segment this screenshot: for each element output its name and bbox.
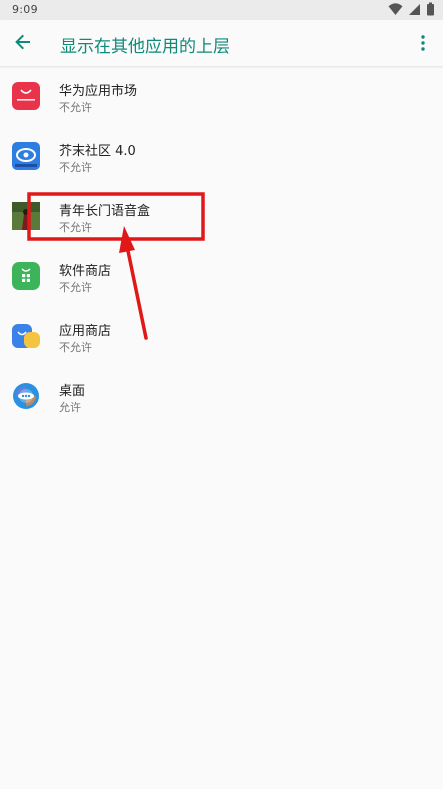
- battery-icon: [427, 2, 434, 16]
- permission-status: 不允许: [59, 161, 92, 174]
- permission-status: 允许: [59, 401, 81, 414]
- list-item[interactable]: 应用商店 不允许: [0, 306, 443, 366]
- permission-status: 不允许: [59, 221, 92, 234]
- voice-box-icon: [12, 202, 40, 230]
- app-name: 青年长门语音盒: [59, 204, 151, 219]
- software-store-icon: [12, 262, 40, 290]
- list-item[interactable]: 桌面 允许: [0, 366, 443, 426]
- more-vert-icon: [421, 35, 425, 51]
- list-item[interactable]: 软件商店 不允许: [0, 246, 443, 306]
- cellular-signal-icon: [408, 4, 420, 15]
- permission-status: 不允许: [59, 281, 92, 294]
- huawei-appgallery-icon: [12, 82, 40, 110]
- nox-launcher-icon: [12, 382, 40, 410]
- app-name: 芥末社区 4.0: [59, 144, 136, 159]
- wifi-icon: [388, 3, 403, 15]
- app-list: 华为应用市场 不允许 芥末社区 4.0 不允许 青年长门语音盒 不允许 软件商店…: [0, 66, 443, 426]
- permission-status: 不允许: [59, 101, 92, 114]
- app-bar: 显示在其他应用的上层: [0, 20, 443, 66]
- more-options-button[interactable]: [407, 27, 439, 59]
- back-button[interactable]: [6, 25, 42, 61]
- app-name: 应用商店: [59, 324, 112, 339]
- status-bar: 9:09: [0, 0, 443, 20]
- arrow-back-icon: [15, 34, 30, 50]
- page-title: 显示在其他应用的上层: [60, 37, 230, 57]
- status-time: 9:09: [12, 3, 38, 16]
- list-item[interactable]: 华为应用市场 不允许: [0, 66, 443, 126]
- status-icons: [388, 2, 435, 18]
- list-item[interactable]: 青年长门语音盒 不允许: [0, 186, 443, 246]
- permission-status: 不允许: [59, 341, 92, 354]
- app-name: 桌面: [59, 384, 86, 399]
- app-store-icon: [12, 322, 40, 350]
- app-name: 华为应用市场: [59, 84, 138, 99]
- list-item[interactable]: 芥末社区 4.0 不允许: [0, 126, 443, 186]
- app-name: 软件商店: [59, 264, 112, 279]
- jiemo-community-icon: [12, 142, 40, 170]
